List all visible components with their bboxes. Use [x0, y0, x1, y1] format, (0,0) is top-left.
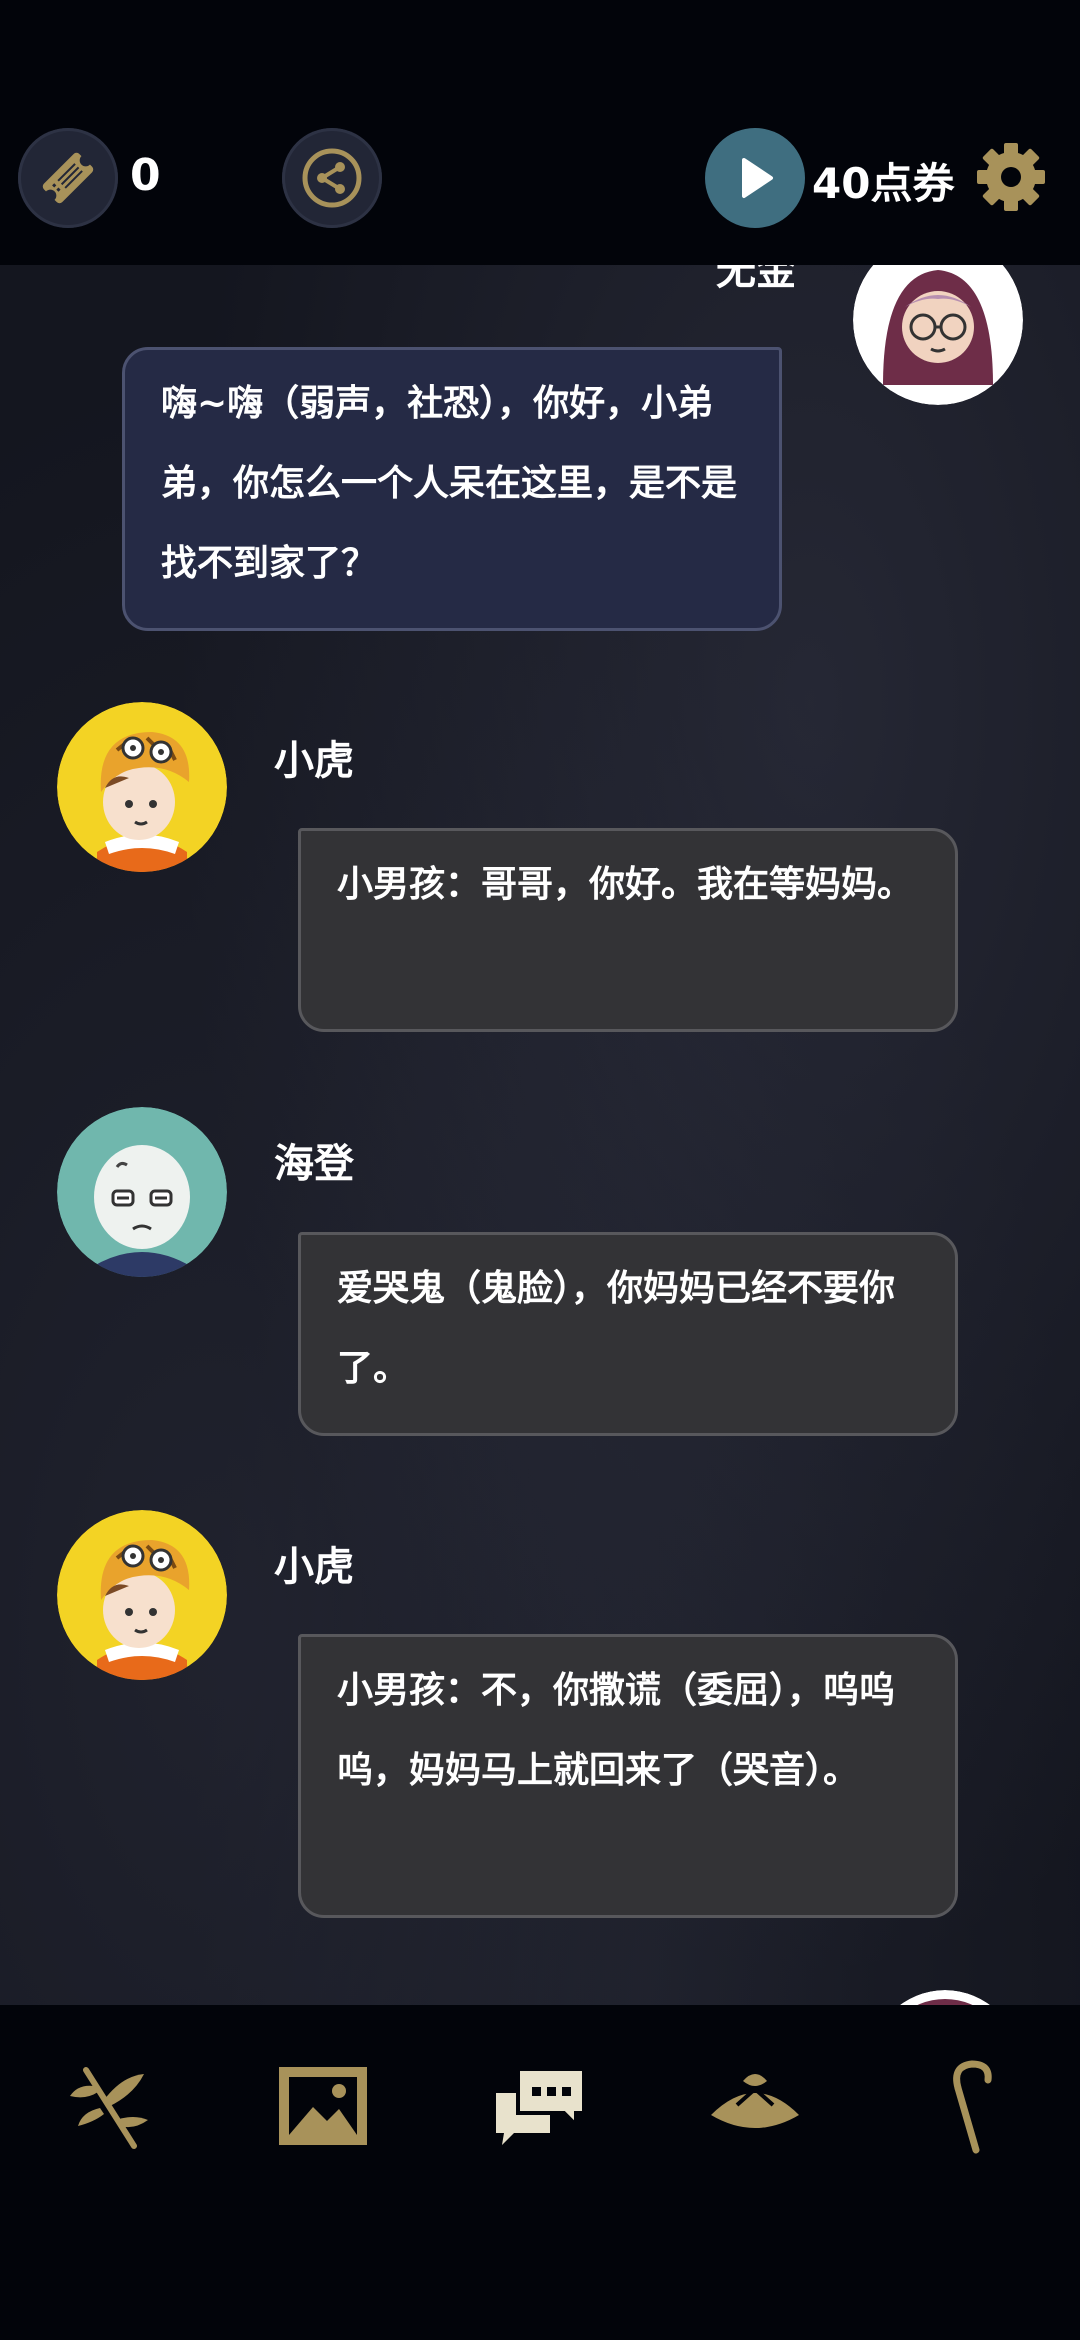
chat-log-icon	[496, 2067, 586, 2145]
cane-icon	[953, 2060, 992, 2154]
speaker-name: 海登	[274, 1141, 354, 1187]
share-button[interactable]	[282, 128, 382, 228]
ticket-button[interactable]	[18, 128, 118, 228]
ticket-count: 0	[130, 150, 161, 201]
nav-cane[interactable]	[914, 2051, 1024, 2161]
avatar-tiger-hat-boy[interactable]	[57, 702, 227, 872]
chat-log[interactable]: 无金 嗨~嗨（弱声，社恐），你好，小弟弟，你怎么一个人呆在这里，是不是找不到家了…	[0, 265, 1080, 2005]
hat-icon	[711, 2074, 799, 2128]
top-bar: 0 40点券	[0, 0, 1080, 265]
nav-chat-log[interactable]	[485, 2051, 595, 2161]
gallery-icon	[279, 2067, 367, 2145]
avatar-bald-boy[interactable]	[57, 1107, 227, 1277]
nav-herb[interactable]	[55, 2051, 165, 2161]
dialogue-bubble: 爱哭鬼（鬼脸），你妈妈已经不要你了。	[298, 1232, 958, 1436]
game-screen: 0 40点券 无金 嗨~嗨（弱声，社恐），你好，小弟弟，你怎么一个人呆在这里，是…	[0, 0, 1080, 2340]
dialogue-text: 爱哭鬼（鬼脸），你妈妈已经不要你了。	[337, 1268, 896, 1389]
speaker-name: 小虎	[274, 738, 354, 784]
points-balance: 40点券	[812, 159, 955, 208]
nav-hat[interactable]	[700, 2051, 810, 2161]
herb-branch-icon	[70, 2067, 148, 2149]
ticket-icon	[42, 152, 94, 204]
dialogue-bubble: 嗨~嗨（弱声，社恐），你好，小弟弟，你怎么一个人呆在这里，是不是找不到家了？	[122, 347, 782, 631]
play-ad-button[interactable]	[705, 128, 805, 228]
avatar-tiger-hat-boy[interactable]	[57, 1510, 227, 1680]
dialogue-bubble: 小男孩：哥哥，你好。我在等妈妈。	[298, 828, 958, 1032]
avatar-partial[interactable]	[870, 1990, 1020, 2005]
bottom-nav	[0, 2005, 1080, 2340]
gear-icon	[977, 143, 1045, 211]
settings-button[interactable]	[972, 138, 1050, 216]
play-icon	[742, 158, 773, 198]
dialogue-bubble: 小男孩：不，你撒谎（委屈），呜呜呜，妈妈马上就回来了（哭音）。	[298, 1634, 958, 1918]
dialogue-text: 小男孩：哥哥，你好。我在等妈妈。	[337, 864, 914, 905]
dialogue-text: 嗨~嗨（弱声，社恐），你好，小弟弟，你怎么一个人呆在这里，是不是找不到家了？	[161, 383, 738, 584]
avatar-hooded-girl[interactable]	[853, 265, 1023, 405]
speaker-name: 无金	[716, 265, 796, 294]
share-icon	[302, 148, 362, 208]
dialogue-text: 小男孩：不，你撒谎（委屈），呜呜呜，妈妈马上就回来了（哭音）。	[337, 1670, 896, 1791]
nav-gallery[interactable]	[268, 2051, 378, 2161]
speaker-name: 小虎	[274, 1544, 354, 1590]
